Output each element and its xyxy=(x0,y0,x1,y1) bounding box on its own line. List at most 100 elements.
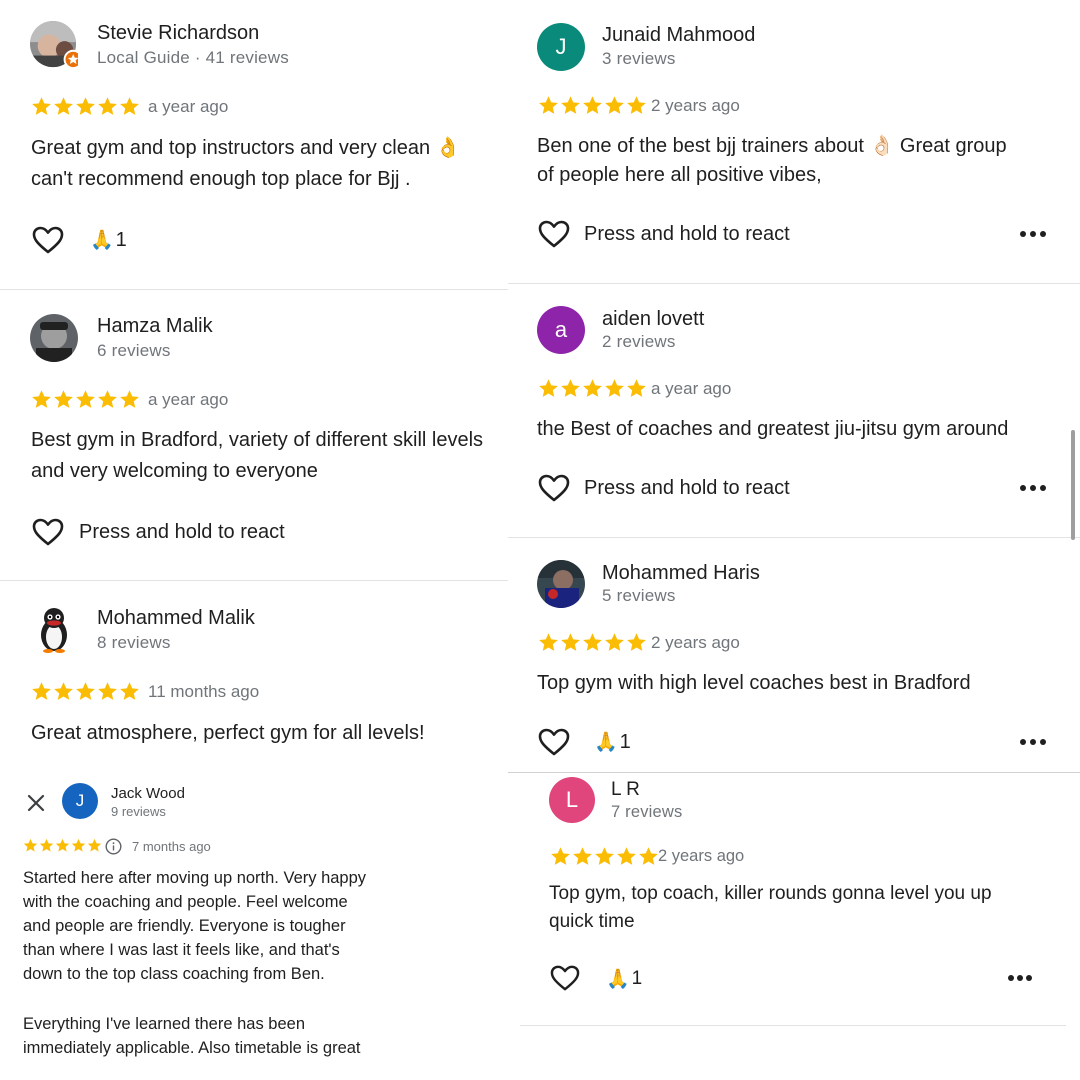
react-button-label[interactable]: Press and hold to react xyxy=(584,223,790,246)
star-icon xyxy=(561,96,580,114)
more-options-icon[interactable] xyxy=(1008,975,1032,983)
reaction-summary[interactable]: 🙏 1 xyxy=(594,730,631,754)
heart-icon[interactable] xyxy=(538,219,570,249)
star-rating xyxy=(538,95,647,117)
reaction-summary[interactable]: 🙏 1 xyxy=(90,228,127,252)
star-icon xyxy=(583,96,602,114)
more-options-icon[interactable] xyxy=(1020,739,1046,747)
review-card-aiden: a aiden lovett 2 reviews a year ago the … xyxy=(508,284,1080,537)
reaction-count: 1 xyxy=(619,730,631,753)
avatar[interactable]: a xyxy=(537,306,585,354)
review-text-line: Everything I've learned there has been xyxy=(23,1015,305,1033)
star-icon xyxy=(32,682,51,700)
reaction-summary[interactable]: 🙏 1 xyxy=(606,967,642,991)
avatar[interactable] xyxy=(30,21,78,69)
review-date: 2 years ago xyxy=(651,96,740,115)
star-icon xyxy=(98,682,117,700)
star-icon xyxy=(98,97,117,115)
right-panel: J Junaid Mahmood 3 reviews 2 years ago B… xyxy=(508,0,1080,1080)
star-icon xyxy=(605,379,624,397)
star-rating xyxy=(550,846,659,868)
star-icon xyxy=(32,97,51,115)
review-text-line: and people are friendly. Everyone is tou… xyxy=(23,917,346,935)
star-icon xyxy=(120,390,139,408)
heart-icon[interactable] xyxy=(32,517,64,547)
reviewer-name[interactable]: Mohammed Malik xyxy=(97,607,255,630)
star-icon xyxy=(120,97,139,115)
avatar[interactable] xyxy=(30,314,78,362)
reviewer-name[interactable]: Jack Wood xyxy=(111,785,185,802)
review-text-line: down to the top class coaching from Ben. xyxy=(23,965,325,983)
close-icon[interactable] xyxy=(27,794,45,812)
star-icon xyxy=(605,633,624,651)
review-date: a year ago xyxy=(148,390,229,409)
react-button-label[interactable]: Press and hold to react xyxy=(79,521,285,544)
star-icon xyxy=(573,847,592,865)
reviewer-name[interactable]: aiden lovett xyxy=(602,308,704,331)
review-text-line: can't recommend enough top place for Bjj… xyxy=(31,168,411,190)
heart-icon[interactable] xyxy=(550,964,580,992)
star-icon xyxy=(595,847,614,865)
reviewer-meta: 9 reviews xyxy=(111,804,166,819)
star-icon xyxy=(617,847,636,865)
review-text-line: than where I was last it feels like, and… xyxy=(23,941,340,959)
review-text-line: immediately applicable. Also timetable i… xyxy=(23,1039,361,1057)
star-icon xyxy=(54,97,73,115)
reviewer-name[interactable]: Mohammed Haris xyxy=(602,562,760,585)
avatar[interactable] xyxy=(30,605,78,653)
reviewer-name[interactable]: L R xyxy=(611,779,640,801)
star-icon xyxy=(627,633,646,651)
scrollbar[interactable] xyxy=(1071,430,1075,540)
star-icon xyxy=(539,633,558,651)
star-icon xyxy=(87,838,102,852)
review-text-line: with the coaching and people. Feel welco… xyxy=(23,893,348,911)
avatar[interactable]: J xyxy=(62,783,98,819)
review-text-line: the Best of coaches and greatest jiu-jit… xyxy=(537,418,1009,440)
review-text-line: Best gym in Bradford, variety of differe… xyxy=(31,429,484,451)
reaction-count: 1 xyxy=(631,968,643,989)
star-icon xyxy=(55,838,70,852)
heart-icon[interactable] xyxy=(538,473,570,503)
review-text-line: Ben one of the best bjj trainers about 👌… xyxy=(537,135,1007,157)
reviewer-meta: 5 reviews xyxy=(602,586,676,605)
star-icon xyxy=(583,379,602,397)
reviewer-name[interactable]: Hamza Malik xyxy=(97,315,213,338)
star-icon xyxy=(605,96,624,114)
star-icon xyxy=(551,847,570,865)
star-icon xyxy=(561,633,580,651)
avatar[interactable]: L xyxy=(549,777,595,823)
star-icon xyxy=(627,96,646,114)
reviewer-meta: 8 reviews xyxy=(97,633,171,652)
react-button-label[interactable]: Press and hold to react xyxy=(584,477,790,500)
review-date: 7 months ago xyxy=(132,839,211,854)
heart-icon[interactable] xyxy=(32,225,64,255)
star-icon xyxy=(539,379,558,397)
review-text-line: Started here after moving up north. Very… xyxy=(23,869,367,887)
more-options-icon[interactable] xyxy=(1020,231,1046,239)
divider xyxy=(520,1025,1066,1026)
star-icon xyxy=(54,682,73,700)
avatar[interactable] xyxy=(537,560,585,608)
reviewer-meta: Local Guide · 41 reviews xyxy=(97,48,289,67)
heart-icon[interactable] xyxy=(538,727,570,757)
star-icon xyxy=(639,847,658,865)
reviewer-name[interactable]: Junaid Mahmood xyxy=(602,24,755,47)
star-rating xyxy=(538,632,647,654)
review-date: 2 years ago xyxy=(651,633,740,652)
review-text-line: Top gym with high level coaches best in … xyxy=(537,672,971,694)
info-icon[interactable] xyxy=(105,838,122,855)
pray-emoji-icon: 🙏 xyxy=(594,732,618,753)
reviewer-name[interactable]: Stevie Richardson xyxy=(97,22,259,45)
review-text-line: of people here all positive vibes, xyxy=(537,164,822,186)
avatar[interactable]: J xyxy=(537,23,585,71)
more-options-icon[interactable] xyxy=(1020,485,1046,493)
star-icon xyxy=(32,390,51,408)
star-icon xyxy=(39,838,54,852)
reaction-count: 1 xyxy=(115,228,127,251)
star-icon xyxy=(23,838,38,852)
star-icon xyxy=(561,379,580,397)
review-text-line: Great gym and top instructors and very c… xyxy=(31,137,461,159)
star-icon xyxy=(98,390,117,408)
review-text-line: and very welcoming to everyone xyxy=(31,460,318,482)
review-date: 11 months ago xyxy=(148,682,260,701)
